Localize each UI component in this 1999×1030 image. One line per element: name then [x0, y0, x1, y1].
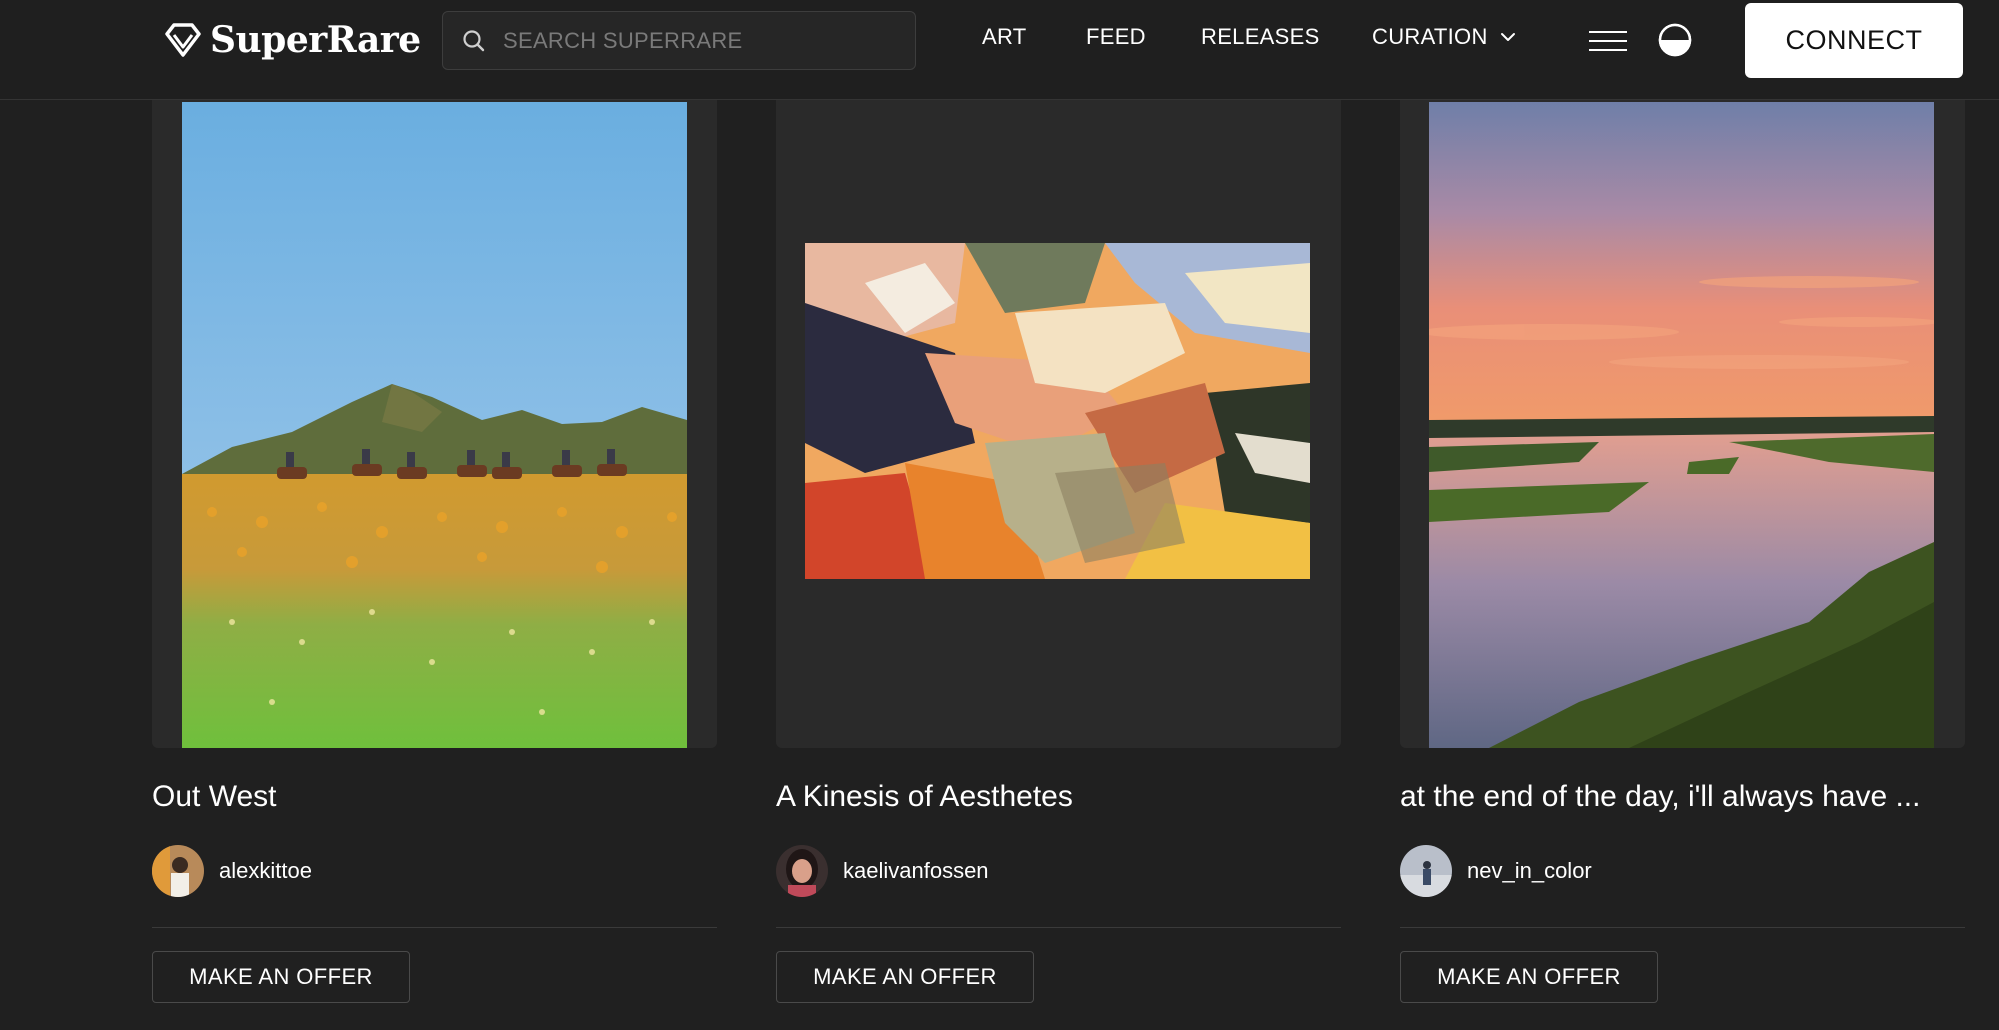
diamond-logo-icon — [165, 23, 201, 57]
nav-curation[interactable]: CURATION — [1372, 24, 1516, 50]
nav-releases-label: RELEASES — [1201, 24, 1320, 49]
artwork-card: A Kinesis of Aesthetes kaelivanfossen MA… — [776, 100, 1341, 1003]
search-input[interactable] — [501, 26, 881, 55]
avatar-image — [1400, 845, 1452, 897]
avatar-image — [152, 845, 204, 897]
artwork-frame[interactable] — [152, 100, 717, 748]
artwork-frame[interactable] — [1400, 100, 1965, 748]
artwork-title[interactable]: at the end of the day, i'll always have … — [1400, 780, 1965, 814]
divider — [1400, 927, 1965, 928]
artist-link[interactable]: nev_in_color — [1400, 845, 1592, 897]
hamburger-menu-icon[interactable] — [1589, 30, 1627, 52]
make-offer-button[interactable]: MAKE AN OFFER — [152, 951, 410, 1003]
make-offer-button[interactable]: MAKE AN OFFER — [1400, 951, 1658, 1003]
nav-art[interactable]: ART — [982, 24, 1027, 50]
connect-button[interactable]: CONNECT — [1745, 3, 1963, 78]
artwork-title[interactable]: A Kinesis of Aesthetes — [776, 780, 1341, 814]
artwork-image-end-of-day[interactable] — [1429, 102, 1934, 748]
artist-name: alexkittoe — [219, 858, 312, 883]
artwork-frame[interactable] — [776, 100, 1341, 748]
nav-art-label: ART — [982, 24, 1027, 49]
artwork-card: at the end of the day, i'll always have … — [1400, 100, 1965, 1003]
artwork-card: Out West alexkittoe MAKE AN OFFER — [152, 100, 717, 1003]
artist-link[interactable]: alexkittoe — [152, 845, 312, 897]
divider — [776, 927, 1341, 928]
artwork-title[interactable]: Out West — [152, 780, 717, 814]
artwork-image-out-west[interactable] — [182, 102, 687, 748]
artist-link[interactable]: kaelivanfossen — [776, 845, 989, 897]
nav-curation-label: CURATION — [1372, 24, 1488, 49]
superrare-logo[interactable]: SuperRare — [164, 18, 421, 62]
artwork-image-kinesis[interactable] — [805, 243, 1310, 579]
top-header: SuperRare ART FEED RELEASES CURATION CON… — [0, 0, 1999, 100]
chevron-down-icon — [1500, 33, 1515, 41]
make-offer-button[interactable]: MAKE AN OFFER — [776, 951, 1034, 1003]
search-icon — [463, 29, 485, 51]
avatar-image — [776, 845, 828, 897]
nav-releases[interactable]: RELEASES — [1201, 24, 1320, 50]
search-box[interactable] — [442, 11, 916, 70]
artist-name: kaelivanfossen — [843, 858, 989, 883]
nav-feed[interactable]: FEED — [1086, 24, 1146, 50]
nav-feed-label: FEED — [1086, 24, 1146, 49]
avatar[interactable] — [152, 845, 204, 897]
avatar[interactable] — [776, 845, 828, 897]
avatar[interactable] — [1400, 845, 1452, 897]
theme-toggle-icon[interactable] — [1658, 23, 1692, 57]
divider — [152, 927, 717, 928]
logo-text: SuperRare — [210, 19, 421, 61]
artist-name: nev_in_color — [1467, 858, 1592, 883]
